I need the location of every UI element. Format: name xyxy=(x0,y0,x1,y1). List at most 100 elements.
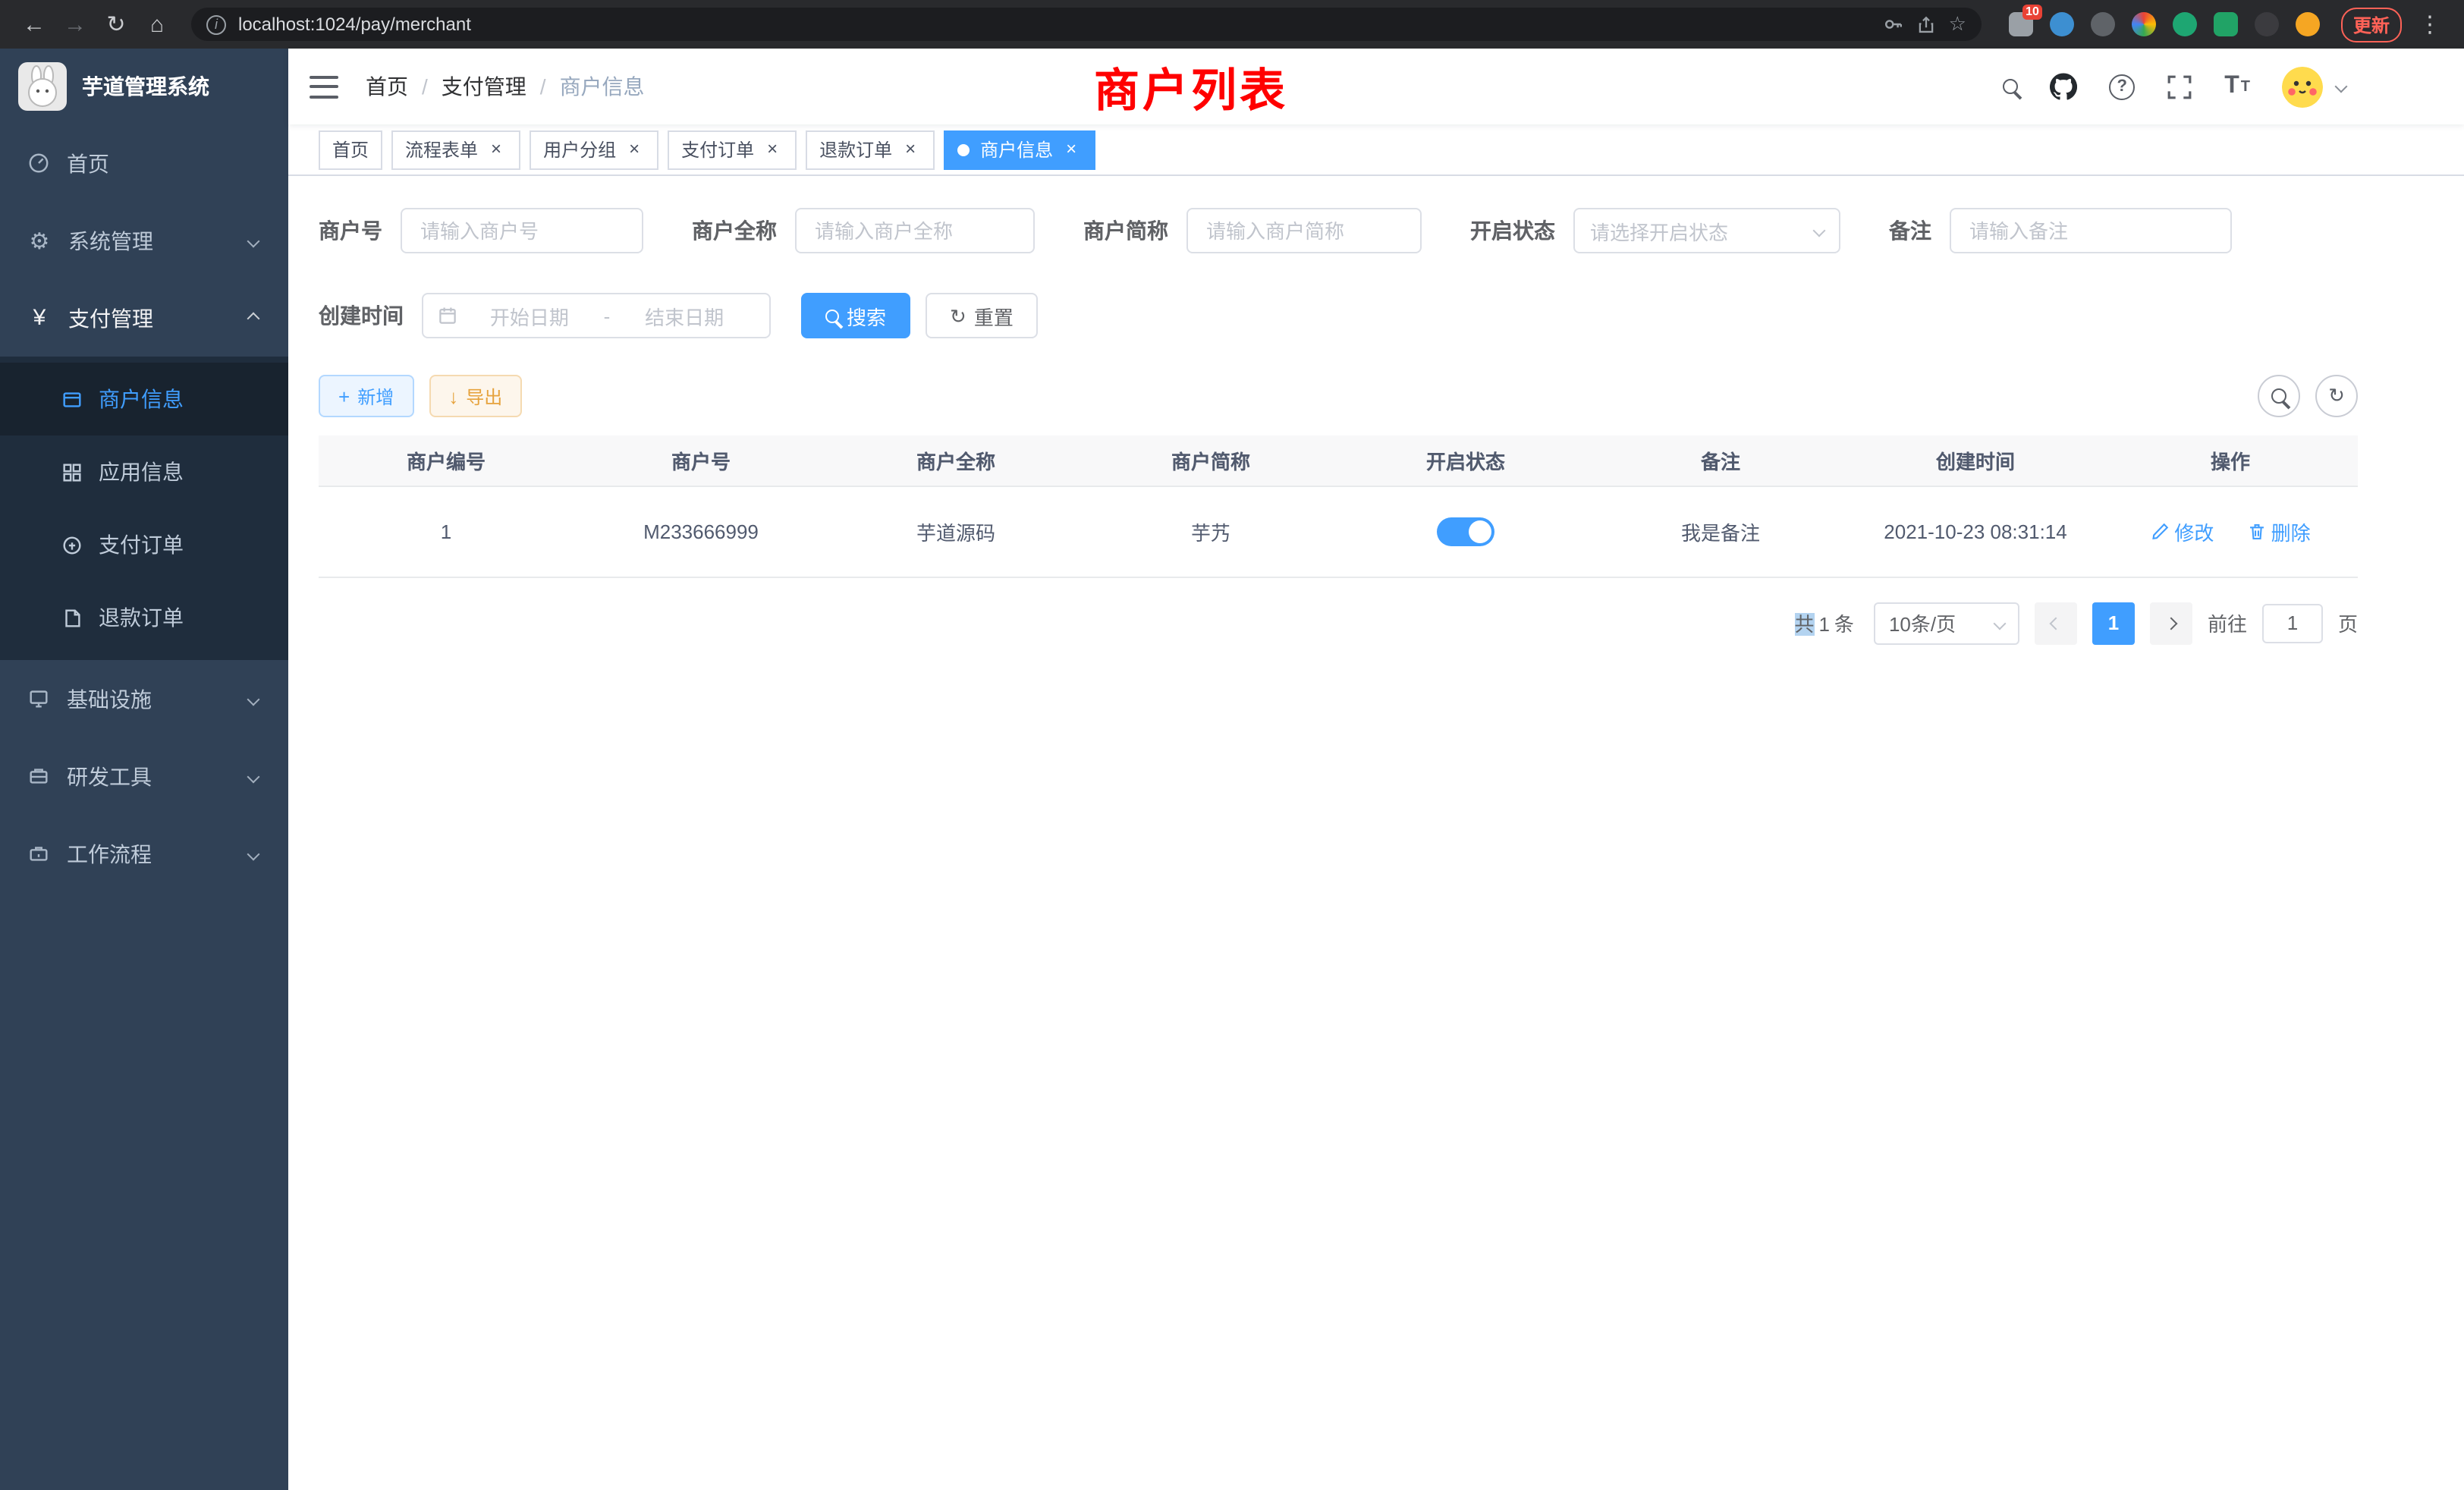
sidebar-toggle-button[interactable] xyxy=(310,75,338,98)
sidebar-item-dev-tools[interactable]: 研发工具 xyxy=(0,737,288,815)
end-date-placeholder: 结束日期 xyxy=(613,301,756,330)
breadcrumb: 首页 / 支付管理 / 商户信息 xyxy=(366,71,645,102)
site-info-icon[interactable]: i xyxy=(206,14,226,34)
filter-label: 商户号 xyxy=(319,215,382,246)
close-icon[interactable]: × xyxy=(1061,139,1082,160)
bookmark-star-icon[interactable]: ☆ xyxy=(1949,12,1966,36)
share-icon[interactable] xyxy=(1917,14,1937,34)
browser-menu-icon[interactable]: ⋮ xyxy=(2411,5,2449,43)
sidebar-item-pay-order[interactable]: 支付订单 xyxy=(0,508,288,581)
page-1-button[interactable]: 1 xyxy=(2092,602,2135,644)
page-size-select[interactable]: 10条/页 xyxy=(1874,602,2019,644)
refund-doc-icon xyxy=(61,606,83,629)
chevron-down-icon xyxy=(247,693,260,706)
reset-button[interactable]: ↻ 重置 xyxy=(926,293,1038,338)
sidebar-item-label: 商户信息 xyxy=(99,384,184,414)
sidebar-item-merchant-info[interactable]: 商户信息 xyxy=(0,363,288,435)
browser-profile-icon[interactable] xyxy=(2296,12,2320,36)
date-range-picker[interactable]: 开始日期 - 结束日期 xyxy=(422,293,771,338)
browser-extension-icon[interactable] xyxy=(2255,12,2279,36)
browser-extension-icon[interactable] xyxy=(2173,12,2197,36)
add-button[interactable]: + 新增 xyxy=(319,375,413,417)
edit-button[interactable]: 修改 xyxy=(2150,517,2214,545)
top-navbar: 首页 / 支付管理 / 商户信息 商户列表 ? xyxy=(288,49,2464,124)
sidebar-item-label: 研发工具 xyxy=(67,761,152,791)
gear-icon: ⚙ xyxy=(27,227,52,254)
sidebar-item-app-info[interactable]: 应用信息 xyxy=(0,435,288,508)
back-button[interactable]: ← xyxy=(15,5,53,43)
filter-merchant-no: 商户号 xyxy=(319,208,643,253)
status-toggle[interactable] xyxy=(1437,517,1494,545)
browser-update-button[interactable]: 更新 xyxy=(2341,7,2402,42)
prev-page-button[interactable] xyxy=(2035,602,2077,644)
filter-status: 开启状态 请选择开启状态 xyxy=(1470,208,1840,253)
tab-user-group[interactable]: 用户分组 × xyxy=(530,130,658,169)
app-logo: 芋道管理系统 xyxy=(0,49,288,124)
col-status: 开启状态 xyxy=(1338,435,1593,486)
tab-label: 商户信息 xyxy=(980,137,1053,162)
next-page-button[interactable] xyxy=(2150,602,2192,644)
breadcrumb-payment[interactable]: 支付管理 xyxy=(442,71,526,102)
breadcrumb-home[interactable]: 首页 xyxy=(366,71,408,102)
search-icon[interactable] xyxy=(2003,79,2018,94)
sidebar-item-infrastructure[interactable]: 基础设施 xyxy=(0,660,288,737)
reload-button[interactable]: ↻ xyxy=(97,5,135,43)
search-button[interactable]: 搜索 xyxy=(801,293,910,338)
sidebar-item-payment[interactable]: ¥ 支付管理 xyxy=(0,279,288,357)
tab-merchant-info[interactable]: 商户信息 × xyxy=(944,130,1095,169)
extensions-puzzle-icon[interactable]: 10 xyxy=(2009,12,2033,36)
chevron-down-icon xyxy=(1993,617,2006,630)
search-icon xyxy=(825,309,839,322)
user-avatar[interactable] xyxy=(2282,66,2323,107)
trash-icon xyxy=(2247,521,2267,541)
briefcase-icon xyxy=(27,842,50,865)
password-key-icon[interactable] xyxy=(1884,14,1905,35)
col-full-name: 商户全称 xyxy=(828,435,1083,486)
home-button[interactable]: ⌂ xyxy=(138,5,176,43)
filter-row-2: 创建时间 开始日期 - 结束日期 搜索 xyxy=(319,293,2358,338)
calendar-icon xyxy=(437,305,458,326)
close-icon[interactable]: × xyxy=(486,139,507,160)
user-caret-icon[interactable] xyxy=(2335,80,2348,93)
full-name-input[interactable] xyxy=(795,208,1035,253)
sidebar-item-home[interactable]: 首页 xyxy=(0,124,288,202)
github-icon[interactable] xyxy=(2050,73,2077,100)
help-icon[interactable]: ? xyxy=(2109,74,2135,99)
close-icon[interactable]: × xyxy=(900,139,921,160)
short-name-input[interactable] xyxy=(1186,208,1422,253)
chevron-down-icon xyxy=(247,770,260,783)
delete-button[interactable]: 删除 xyxy=(2247,517,2311,545)
browser-extension-icon[interactable] xyxy=(2132,12,2156,36)
tags-view: 首页 流程表单 × 用户分组 × 支付订单 × 退款订单 × xyxy=(288,124,2464,176)
goto-page-input[interactable] xyxy=(2262,603,2323,643)
forward-button[interactable]: → xyxy=(56,5,94,43)
cell-remark: 我是备注 xyxy=(1593,486,1848,577)
browser-extension-icon[interactable] xyxy=(2091,12,2115,36)
tab-pay-order[interactable]: 支付订单 × xyxy=(668,130,797,169)
font-size-icon[interactable]: TT xyxy=(2224,73,2250,100)
url-bar[interactable]: i localhost:1024/pay/merchant ☆ xyxy=(191,8,1982,41)
close-icon[interactable]: × xyxy=(624,139,645,160)
dashboard-icon xyxy=(27,152,50,174)
tab-process-form[interactable]: 流程表单 × xyxy=(391,130,520,169)
breadcrumb-separator: / xyxy=(422,74,428,99)
toggle-search-button[interactable] xyxy=(2258,375,2300,417)
cell-created-at: 2021-10-23 08:31:14 xyxy=(1848,486,2103,577)
tab-refund-order[interactable]: 退款订单 × xyxy=(806,130,935,169)
close-icon[interactable]: × xyxy=(762,139,783,160)
range-separator: - xyxy=(601,304,614,327)
fullscreen-icon[interactable] xyxy=(2167,74,2192,99)
remark-input[interactable] xyxy=(1950,208,2232,253)
refresh-table-button[interactable]: ↻ xyxy=(2315,375,2358,417)
status-select[interactable]: 请选择开启状态 xyxy=(1573,208,1840,253)
merchant-no-input[interactable] xyxy=(401,208,643,253)
edit-pencil-icon xyxy=(2150,521,2170,541)
tab-home[interactable]: 首页 xyxy=(319,130,382,169)
sidebar-item-workflow[interactable]: 工作流程 xyxy=(0,815,288,892)
browser-extension-icon[interactable] xyxy=(2214,12,2238,36)
col-created-at: 创建时间 xyxy=(1848,435,2103,486)
sidebar-item-system[interactable]: ⚙ 系统管理 xyxy=(0,202,288,279)
sidebar-item-refund-order[interactable]: 退款订单 xyxy=(0,581,288,654)
browser-extension-icon[interactable] xyxy=(2050,12,2074,36)
export-button[interactable]: ↓ 导出 xyxy=(429,375,522,417)
